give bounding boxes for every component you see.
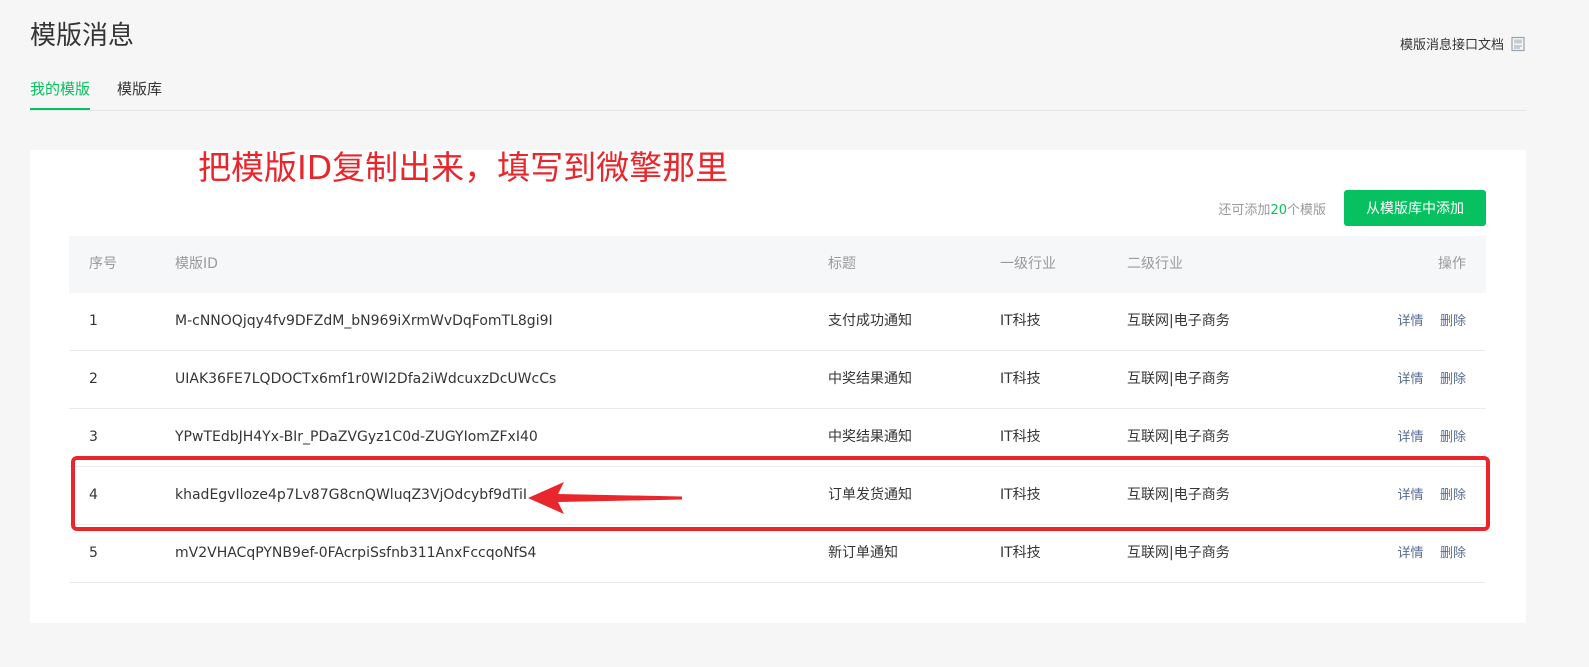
table-row: 1 M-cNNOQjqy4fv9DFZdM_bN969iXrmWvDqFomTL… xyxy=(69,293,1486,351)
template-table: 序号 模版ID 标题 一级行业 二级行业 操作 1 M-cNNOQjqy4fv9… xyxy=(69,236,1486,583)
row-template-id[interactable]: mV2VHACqPYNB9ef-0FAcrpiSsfnb311AnxFccqoN… xyxy=(175,525,536,582)
header-template-id: 模版ID xyxy=(175,256,218,272)
table-header: 序号 模版ID 标题 一级行业 二级行业 操作 xyxy=(69,236,1486,293)
delete-link[interactable]: 删除 xyxy=(1440,314,1466,329)
quota-text: 还可添加20个模版 xyxy=(1218,199,1326,218)
quota-count: 20 xyxy=(1270,203,1287,218)
row-title: 中奖结果通知 xyxy=(828,371,912,387)
quota-prefix: 还可添加 xyxy=(1218,203,1271,218)
header-title: 标题 xyxy=(828,256,856,272)
row-industry2: 互联网|电子商务 xyxy=(1127,545,1230,561)
row-ops: 详情 删除 xyxy=(1386,351,1466,408)
row-index: 1 xyxy=(89,313,98,329)
tab-my-templates[interactable]: 我的模版 xyxy=(30,70,91,110)
row-industry2: 互联网|电子商务 xyxy=(1127,313,1230,329)
page: 模版消息 模版消息接口文档 我的模版 模版库 把模版ID复制出来，填写到微擎那里… xyxy=(0,0,1589,667)
row-industry1: IT科技 xyxy=(1000,429,1041,445)
header-ops: 操作 xyxy=(1438,256,1466,272)
row-industry1: IT科技 xyxy=(1000,545,1041,561)
annotation-text: 把模版ID复制出来，填写到微擎那里 xyxy=(198,148,729,187)
row-title: 新订单通知 xyxy=(828,545,898,561)
detail-link[interactable]: 详情 xyxy=(1398,488,1424,503)
quota-suffix: 个模版 xyxy=(1286,203,1326,218)
row-ops: 详情 删除 xyxy=(1386,525,1466,582)
doc-link-label: 模版消息接口文档 xyxy=(1399,38,1504,53)
detail-link[interactable]: 详情 xyxy=(1398,430,1424,445)
row-title: 支付成功通知 xyxy=(828,313,912,329)
header-index: 序号 xyxy=(89,256,117,272)
row-title: 订单发货通知 xyxy=(828,487,912,503)
row-title: 中奖结果通知 xyxy=(828,429,912,445)
header-industry1: 一级行业 xyxy=(1000,256,1056,272)
row-industry2: 互联网|电子商务 xyxy=(1127,429,1230,445)
row-industry1: IT科技 xyxy=(1000,371,1041,387)
row-index: 5 xyxy=(89,545,98,561)
template-card: 把模版ID复制出来，填写到微擎那里 还可添加20个模版 从模版库中添加 序号 模… xyxy=(30,150,1526,623)
row-index: 2 xyxy=(89,371,98,387)
add-from-library-button[interactable]: 从模版库中添加 xyxy=(1344,190,1486,226)
row-industry2: 互联网|电子商务 xyxy=(1127,487,1230,503)
delete-link[interactable]: 删除 xyxy=(1440,430,1466,445)
table-row: 5 mV2VHACqPYNB9ef-0FAcrpiSsfnb311AnxFccq… xyxy=(69,525,1486,583)
row-template-id[interactable]: YPwTEdbJH4Yx-BIr_PDaZVGyz1C0d-ZUGYIomZFx… xyxy=(175,409,538,466)
row-index: 3 xyxy=(89,429,98,445)
delete-link[interactable]: 删除 xyxy=(1440,546,1466,561)
row-template-id[interactable]: UIAK36FE7LQDOCTx6mf1r0WI2Dfa2iWdcuxzDcUW… xyxy=(175,351,556,408)
delete-link[interactable]: 删除 xyxy=(1440,372,1466,387)
row-ops: 详情 删除 xyxy=(1386,467,1466,524)
table-row-highlighted: 4 khadEgvIloze4p7Lv87G8cnQWluqZ3VjOdcybf… xyxy=(69,467,1486,525)
doc-link[interactable]: 模版消息接口文档 xyxy=(1400,34,1526,53)
row-ops: 详情 删除 xyxy=(1386,409,1466,466)
row-industry1: IT科技 xyxy=(1000,313,1041,329)
row-template-id[interactable]: M-cNNOQjqy4fv9DFZdM_bN969iXrmWvDqFomTL8g… xyxy=(175,293,553,350)
detail-link[interactable]: 详情 xyxy=(1398,372,1424,387)
page-title: 模版消息 xyxy=(30,21,135,51)
tab-bar: 我的模版 模版库 xyxy=(30,70,1526,111)
row-template-id[interactable]: khadEgvIloze4p7Lv87G8cnQWluqZ3VjOdcybf9d… xyxy=(175,467,527,524)
row-industry2: 互联网|电子商务 xyxy=(1127,371,1230,387)
tab-template-library[interactable]: 模版库 xyxy=(117,70,162,110)
header-industry2: 二级行业 xyxy=(1127,256,1183,272)
detail-link[interactable]: 详情 xyxy=(1398,546,1424,561)
table-row: 2 UIAK36FE7LQDOCTx6mf1r0WI2Dfa2iWdcuxzDc… xyxy=(69,351,1486,409)
table-row: 3 YPwTEdbJH4Yx-BIr_PDaZVGyz1C0d-ZUGYIomZ… xyxy=(69,409,1486,467)
detail-link[interactable]: 详情 xyxy=(1398,314,1424,329)
delete-link[interactable]: 删除 xyxy=(1440,488,1466,503)
row-ops: 详情 删除 xyxy=(1386,293,1466,350)
document-icon xyxy=(1511,36,1525,51)
row-index: 4 xyxy=(89,487,98,503)
row-industry1: IT科技 xyxy=(1000,487,1041,503)
